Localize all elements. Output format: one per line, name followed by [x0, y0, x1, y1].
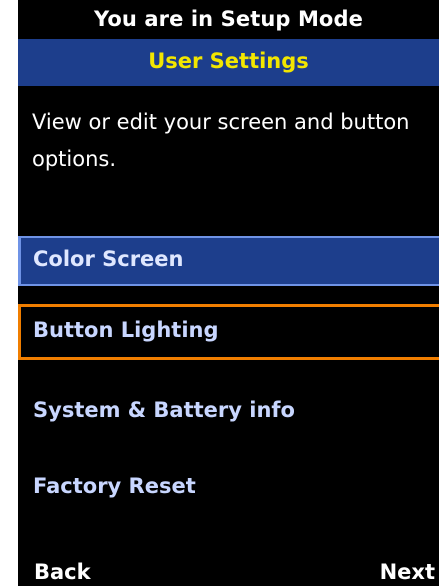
menu-item-factory-reset[interactable]: Factory Reset: [18, 464, 439, 514]
next-softkey[interactable]: Next: [380, 558, 435, 586]
device-screen: You are in Setup Mode User Settings View…: [18, 0, 439, 586]
page-title: User Settings: [18, 39, 439, 86]
setup-mode-banner: You are in Setup Mode: [18, 0, 439, 39]
menu-item-button-lighting[interactable]: Button Lighting: [18, 304, 439, 360]
back-softkey[interactable]: Back: [34, 558, 91, 586]
menu-item-system-battery-info[interactable]: System & Battery info: [18, 388, 439, 438]
page-description: View or edit your screen and button opti…: [32, 110, 410, 171]
menu-item-color-screen[interactable]: Color Screen: [18, 236, 439, 286]
